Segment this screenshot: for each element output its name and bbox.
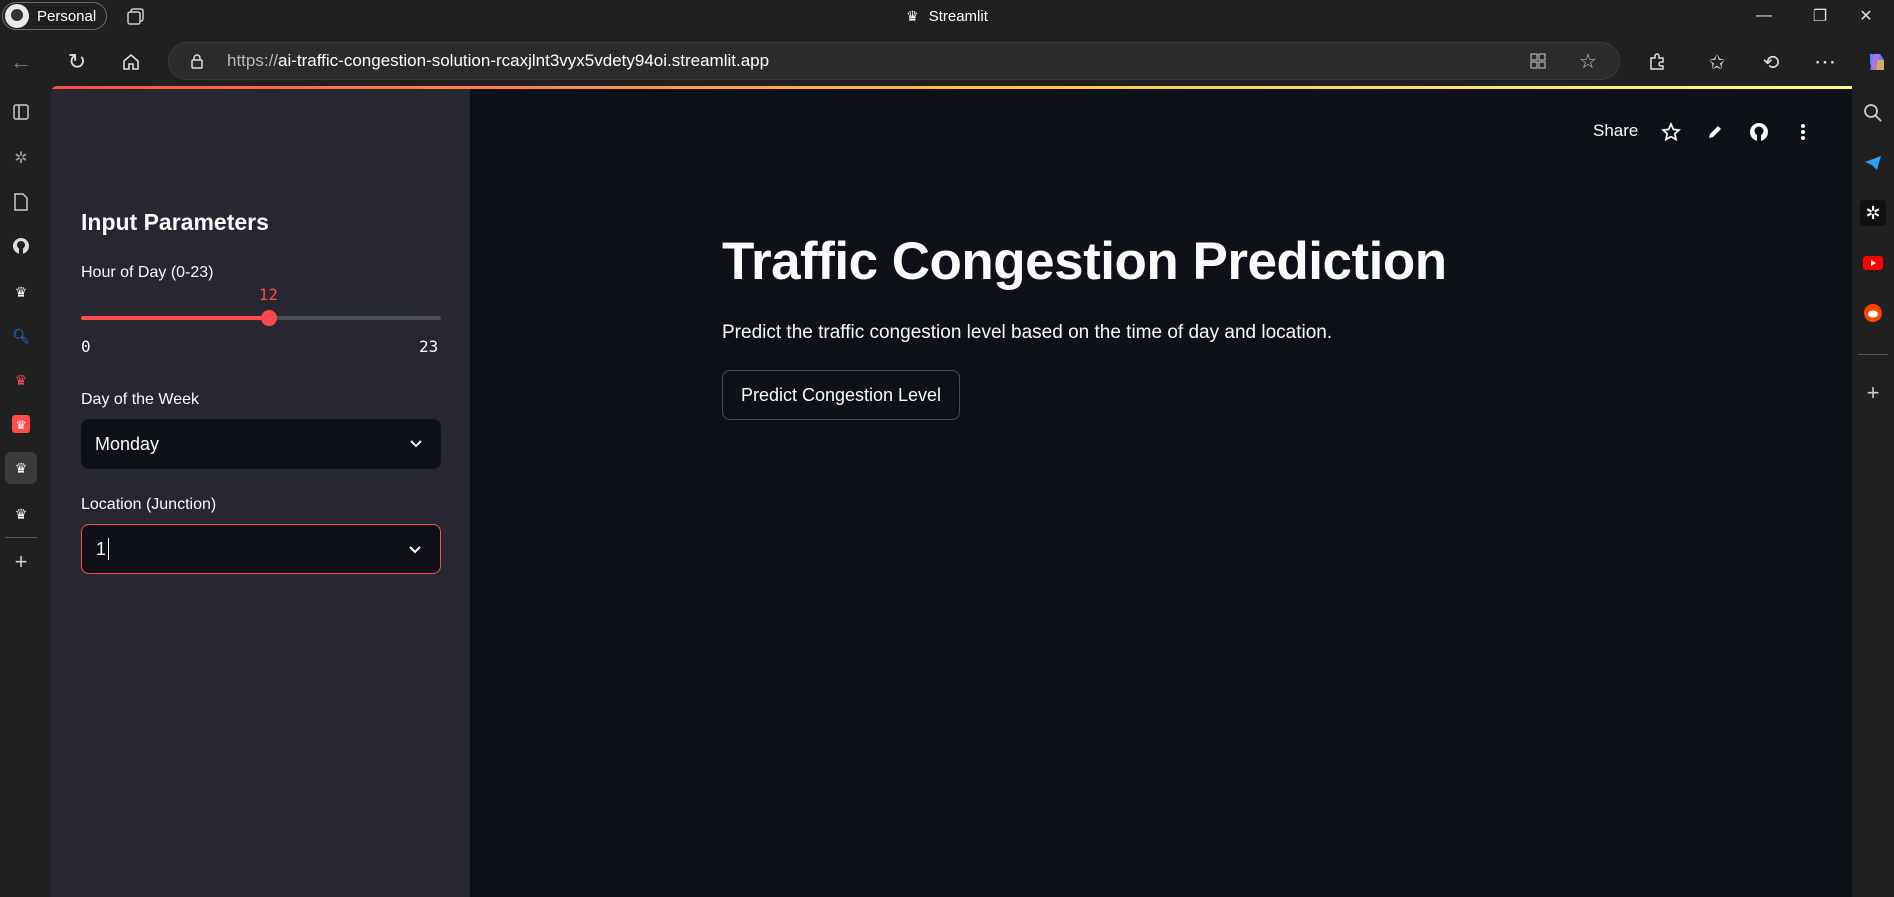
youtube-icon[interactable] [1860, 250, 1886, 276]
new-tab-plus-icon[interactable]: + [5, 546, 37, 578]
window-title-bar: Personal ♛ Streamlit — ❐ ✕ [0, 0, 1894, 32]
page-description: Predict the traffic congestion level bas… [722, 322, 1333, 343]
search-tab-icon[interactable]: 🔍︎ [5, 320, 37, 352]
address-bar[interactable]: https://ai-traffic-congestion-solution-r… [168, 42, 1620, 80]
star-icon[interactable] [1659, 120, 1683, 144]
main-menu-icon[interactable] [1791, 120, 1815, 144]
refresh-icon[interactable]: ↻ [62, 47, 92, 77]
sidebar-title: Input Parameters [81, 209, 269, 235]
svg-text:♛: ♛ [16, 418, 27, 432]
hour-slider-min: 0 [81, 337, 91, 356]
add-sidebar-app-icon[interactable]: + [1860, 380, 1886, 406]
browser-toolbar: ← ↻ https://ai-traffic-congestion-soluti… [0, 40, 1894, 82]
edit-icon[interactable] [1703, 120, 1727, 144]
streamlit-active-tab-icon[interactable]: ♛ [5, 452, 37, 484]
search-icon[interactable] [1860, 100, 1886, 126]
share-button[interactable]: Share [1593, 121, 1638, 141]
github-tab-icon[interactable] [5, 230, 37, 262]
location-select-label: Location (Junction) [81, 496, 217, 513]
chatgpt-icon[interactable]: ✲ [1860, 200, 1886, 226]
hour-slider-track[interactable] [81, 310, 441, 326]
copilot-icon[interactable] [1862, 47, 1892, 77]
page-title: Traffic Congestion Prediction [722, 232, 1447, 291]
browser-right-sidebar: ✲ + [1852, 88, 1894, 897]
chevron-down-icon[interactable] [407, 434, 425, 452]
day-select-value: Monday [95, 433, 160, 454]
window-title: ♛ Streamlit [0, 0, 1894, 32]
telegram-icon[interactable] [1860, 150, 1886, 176]
tab-panel-icon[interactable] [5, 96, 37, 128]
lock-icon[interactable] [189, 53, 205, 69]
close-icon[interactable]: ✕ [1838, 0, 1894, 32]
streamlit-tab-icon[interactable]: ♛ [5, 276, 37, 308]
hour-slider-value: 12 [258, 285, 279, 304]
streamlit-square-tab-icon[interactable]: ♛ [5, 408, 37, 440]
streamlit-favicon-icon: ♛ [906, 7, 919, 24]
window-title-text: Streamlit [928, 7, 988, 25]
hour-slider-label: Hour of Day (0-23) [81, 264, 214, 281]
text-caret [108, 538, 110, 560]
predict-button[interactable]: Predict Congestion Level [722, 370, 960, 420]
back-icon[interactable]: ← [6, 47, 36, 77]
chatgpt-tab-icon[interactable]: ✲ [5, 142, 37, 174]
document-tab-icon[interactable] [5, 186, 37, 218]
github-icon[interactable] [1747, 120, 1771, 144]
location-select-value[interactable]: 1 [96, 539, 106, 560]
app-available-icon[interactable] [1529, 52, 1547, 75]
chevron-down-icon[interactable] [406, 540, 424, 558]
app-sidebar: Input Parameters Hour of Day (0-23) 12 0… [50, 89, 470, 897]
hour-slider-fill [81, 316, 269, 320]
reddit-icon[interactable] [1860, 300, 1886, 326]
hour-slider-max: 23 [419, 337, 439, 356]
day-select[interactable]: Monday [81, 419, 441, 469]
favorites-icon[interactable]: ✩ [1702, 47, 1732, 77]
history-icon[interactable]: ⟲ [1756, 47, 1786, 77]
more-options-icon[interactable]: ⋯ [1810, 47, 1840, 77]
browser-vertical-tabs: ✲ ♛ 🔍︎ ♛ ♛ ♛ ♛ + [0, 88, 50, 897]
hour-slider-thumb[interactable] [260, 310, 277, 326]
streamlit-tab-icon-2[interactable]: ♛ [5, 498, 37, 530]
streamlit-red-tab-icon[interactable]: ♛ [5, 364, 37, 396]
streamlit-app: Input Parameters Hour of Day (0-23) 12 0… [50, 86, 1852, 897]
location-select[interactable]: 1 [81, 524, 441, 574]
minimize-icon[interactable]: — [1736, 0, 1792, 32]
favorite-star-icon[interactable]: ☆ [1579, 49, 1597, 74]
extensions-icon[interactable] [1642, 47, 1672, 77]
day-select-label: Day of the Week [81, 391, 199, 408]
home-icon[interactable] [116, 47, 146, 77]
url-text: https://ai-traffic-congestion-solution-r… [227, 51, 770, 70]
sidebar-divider [1858, 354, 1888, 355]
tab-divider [5, 537, 37, 538]
